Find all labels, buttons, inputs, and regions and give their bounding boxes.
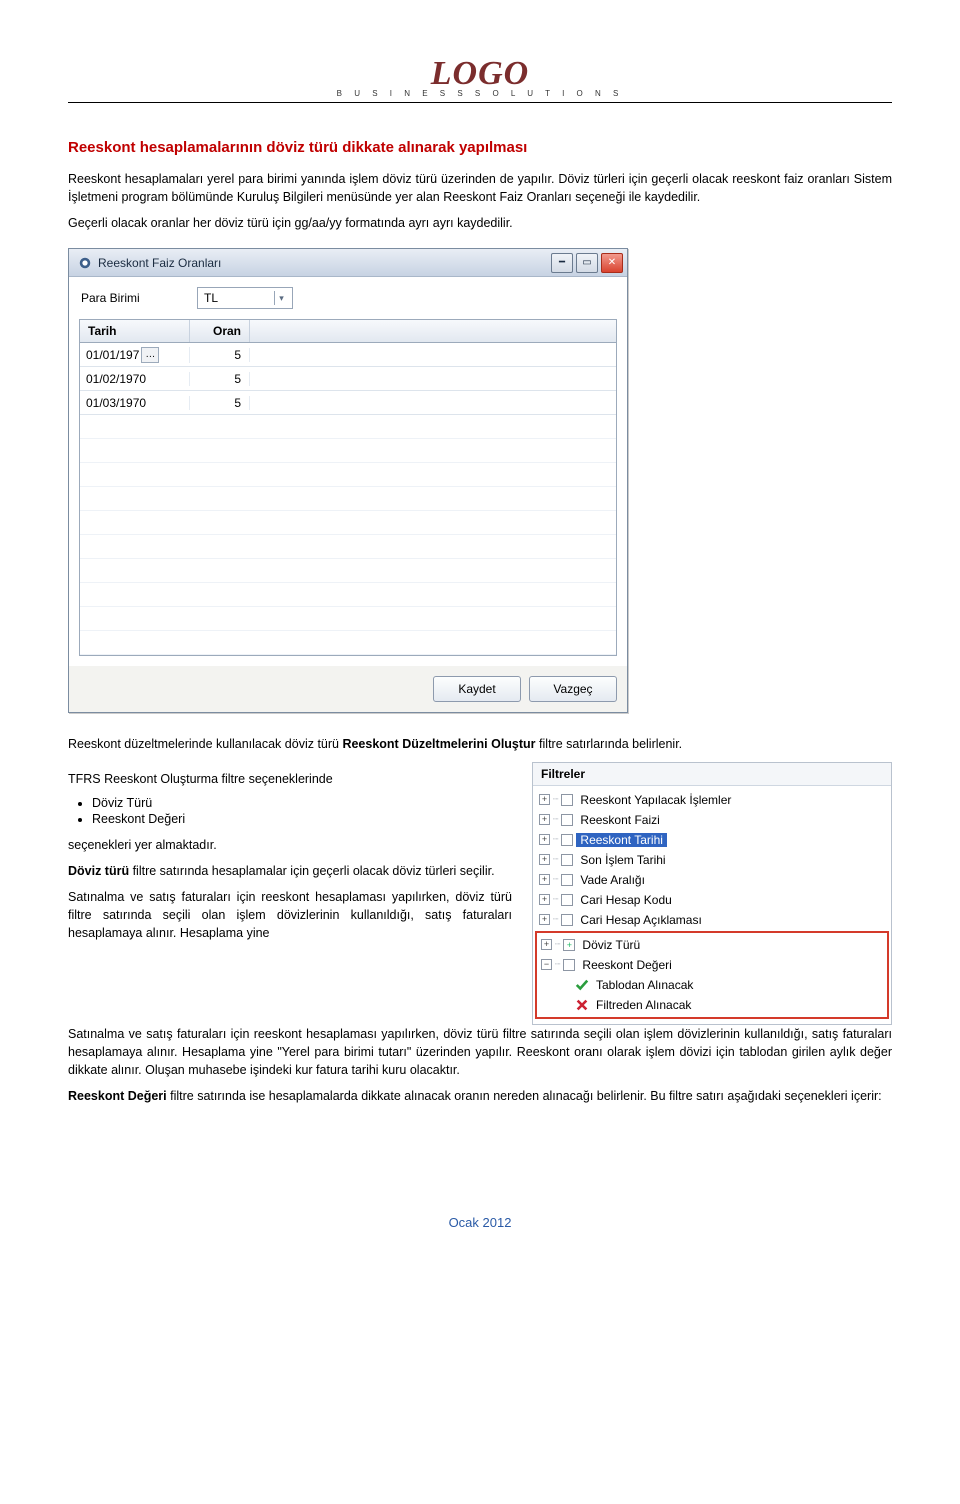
grid-row[interactable]: 01/03/1970 5 [80,391,616,415]
para-birimi-select[interactable]: TL ▾ [197,287,293,309]
list-item: Reeskont Değeri [92,812,512,826]
minimize-button[interactable]: ━ [551,253,573,273]
paragraph-7-part: Satınalma ve satış faturaları için reesk… [68,888,512,942]
close-button[interactable]: ✕ [601,253,623,273]
maximize-button[interactable]: ▭ [576,253,598,273]
paragraph-3: Reeskont düzeltmelerinde kullanılacak dö… [68,735,892,753]
page-footer: Ocak 2012 [68,1215,892,1230]
filter-tree[interactable]: +┈Reeskont Yapılacak İşlemler +┈Reeskont… [533,786,891,1024]
dialog-app-icon [77,255,92,270]
dialog-title: Reeskont Faiz Oranları [98,256,551,270]
filter-heading: Filtreler [533,763,891,786]
tree-item-reeskont-degeri[interactable]: −┈Reeskont Değeri [537,955,887,975]
logo-tagline: B U S I N E S S S O L U T I O N S [68,89,892,98]
highlighted-filters: +┈Döviz Türü −┈Reeskont Değeri Tablodan … [535,931,889,1019]
paragraph-2: Geçerli olacak oranlar her döviz türü iç… [68,214,892,232]
save-button[interactable]: Kaydet [433,676,521,702]
tree-item[interactable]: +┈Son İşlem Tarihi [535,850,889,870]
logo-text: LOGO [68,55,892,93]
page-title: Reeskont hesaplamalarının döviz türü dik… [68,139,892,156]
tree-item[interactable]: +┈Vade Aralığı [535,870,889,890]
check-icon [575,978,589,992]
col-header-tarih[interactable]: Tarih [80,320,190,342]
paragraph-4: TFRS Reeskont Oluşturma filtre seçenekle… [68,770,512,788]
para-birimi-value: TL [204,291,218,305]
tree-item[interactable]: +┈Cari Hesap Kodu [535,890,889,910]
paragraph-6: Döviz türü filtre satırında hesaplamalar… [68,862,512,880]
col-header-oran[interactable]: Oran [190,320,250,342]
tree-child-tablodan[interactable]: Tablodan Alınacak [537,975,887,995]
paragraph-8: Reeskont Değeri filtre satırında ise hes… [68,1087,892,1105]
grid-row[interactable]: 01/01/197 … 5 [80,343,616,367]
cell-tarih[interactable]: 01/03/1970 [86,396,146,410]
cell-tarih[interactable]: 01/01/197 [86,348,139,362]
filter-panel: Filtreler +┈Reeskont Yapılacak İşlemler … [532,762,892,1025]
header-divider [68,102,892,103]
grid-row[interactable]: 01/02/1970 5 [80,367,616,391]
chevron-down-icon: ▾ [274,291,288,305]
tree-item[interactable]: +┈Reeskont Yapılacak İşlemler [535,790,889,810]
cell-tarih[interactable]: 01/02/1970 [86,372,146,386]
paragraph-1: Reeskont hesaplamaları yerel para birimi… [68,170,892,206]
cell-oran[interactable]: 5 [190,396,250,410]
bullet-list: Döviz Türü Reeskont Değeri [92,796,512,826]
paragraph-7: Satınalma ve satış faturaları için reesk… [68,1025,892,1079]
cell-oran[interactable]: 5 [190,372,250,386]
rates-grid[interactable]: Tarih Oran 01/01/197 … 5 01/02/1970 5 0 [79,319,617,656]
cell-oran[interactable]: 5 [190,348,250,362]
tree-item-doviz-turu[interactable]: +┈Döviz Türü [537,935,887,955]
cross-icon [575,998,589,1012]
para-birimi-label: Para Birimi [79,291,189,305]
tree-item[interactable]: +┈Reeskont Faizi [535,810,889,830]
cancel-button[interactable]: Vazgeç [529,676,617,702]
tree-child-filtreden[interactable]: Filtreden Alınacak [537,995,887,1015]
header-logo: LOGO B U S I N E S S S O L U T I O N S [68,55,892,98]
date-picker-button[interactable]: … [141,347,159,363]
dialog-titlebar[interactable]: Reeskont Faiz Oranları ━ ▭ ✕ [69,249,627,277]
reeskont-dialog: Reeskont Faiz Oranları ━ ▭ ✕ Para Birimi… [68,248,628,713]
list-item: Döviz Türü [92,796,512,810]
tree-item-selected[interactable]: +┈Reeskont Tarihi [535,830,889,850]
paragraph-5: seçenekleri yer almaktadır. [68,836,512,854]
tree-item[interactable]: +┈Cari Hesap Açıklaması [535,910,889,930]
